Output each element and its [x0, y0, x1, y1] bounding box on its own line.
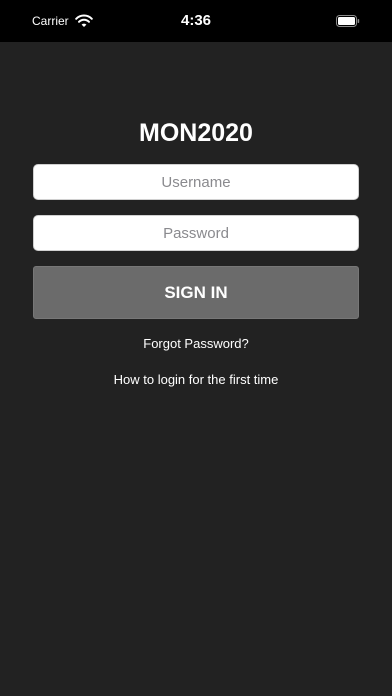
- app-title: MON2020: [139, 119, 253, 147]
- first-time-login-link[interactable]: How to login for the first time: [0, 371, 392, 389]
- username-field[interactable]: [33, 164, 359, 200]
- forgot-password-link[interactable]: Forgot Password?: [0, 335, 392, 353]
- battery-icon: [336, 15, 360, 27]
- sign-in-button[interactable]: SIGN IN: [33, 266, 359, 319]
- status-bar: Carrier 4:36: [0, 0, 392, 42]
- password-field[interactable]: [33, 215, 359, 251]
- clock: 4:36: [180, 12, 212, 29]
